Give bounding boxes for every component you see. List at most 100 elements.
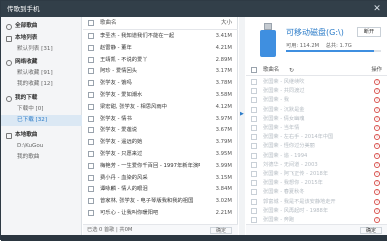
device-song-checkbox[interactable] xyxy=(251,134,257,141)
sidebar-item-net-favorites[interactable]: 网络收藏 xyxy=(1,57,82,68)
warning-icon[interactable]: ! xyxy=(374,217,380,223)
device-song-checkbox[interactable] xyxy=(251,143,257,150)
song-checkbox[interactable] xyxy=(88,80,94,87)
song-checkbox[interactable] xyxy=(88,210,94,216)
bottom-strip xyxy=(1,235,387,241)
warning-icon[interactable]: ! xyxy=(374,198,380,205)
sidebar-item-default-favorites[interactable]: 默认收藏 [91] xyxy=(1,68,82,79)
song-checkbox[interactable] xyxy=(88,186,94,193)
song-checkbox[interactable] xyxy=(88,151,94,157)
sidebar-item-local-songs[interactable]: 本地歌曲 xyxy=(1,130,82,141)
song-row[interactable]: 张学友 - 只愿来过 3.95M xyxy=(83,149,238,159)
warning-icon[interactable]: ! xyxy=(374,134,380,141)
song-list-header: 歌曲名 大小 xyxy=(83,17,238,30)
device-song-checkbox[interactable] xyxy=(251,79,257,85)
sidebar-item-downloaded[interactable]: 已下载 [32] xyxy=(1,115,82,126)
song-checkbox[interactable] xyxy=(88,162,94,169)
song-name: 张学友 - 爱如潮水 xyxy=(100,92,143,98)
song-list-panel: 歌曲名 大小 李圣杰 - 我知道我们不能在一起 3.41M 赵雷静 - 董年 4.21… xyxy=(83,17,238,235)
refresh-icon[interactable]: ↻ xyxy=(289,65,294,76)
warning-icon[interactable]: ! xyxy=(374,97,380,104)
device-song-checkbox[interactable] xyxy=(251,88,257,95)
song-row[interactable]: 可乐心 - 让我叫你暖阳吧 2.21M xyxy=(83,208,238,218)
cloud-icon xyxy=(6,60,12,66)
song-checkbox[interactable] xyxy=(88,103,94,110)
song-name: 张学友 - 只愿来过 xyxy=(100,151,143,157)
song-checkbox[interactable] xyxy=(88,44,94,51)
song-checkbox[interactable] xyxy=(88,115,94,122)
warning-icon[interactable]: ! xyxy=(374,88,380,95)
song-size: 3.99M xyxy=(215,162,232,169)
song-row[interactable]: 李圣杰 - 我知道我们不能在一起 3.41M xyxy=(83,31,238,41)
device-song-checkbox[interactable] xyxy=(251,207,257,214)
device-song-checkbox[interactable] xyxy=(251,198,257,205)
song-row[interactable]: 梅艳芳 - 一生爱你千百回 - 1997年新年演唱会 3.99M xyxy=(83,161,238,171)
song-row[interactable]: 曾家林, 张学友 - 电子琴版我和我的祖国 3.02M xyxy=(83,196,238,206)
device-song-checkbox[interactable] xyxy=(251,180,257,187)
song-row[interactable]: 赵雷静 - 董年 4.21M xyxy=(83,43,238,53)
device-song-checkbox[interactable] xyxy=(251,125,257,131)
device-song-checkbox[interactable] xyxy=(251,97,257,104)
song-row[interactable]: 张学友 - 遥远的她 3.79M xyxy=(83,137,238,147)
sidebar-item-my-downloads[interactable]: 我的下载 xyxy=(1,93,82,104)
close-icon[interactable]: ✕ xyxy=(370,1,384,17)
sidebar-item-all-songs[interactable]: 全部歌曲 xyxy=(1,21,82,32)
song-checkbox[interactable] xyxy=(88,92,94,98)
song-size: 3.02M xyxy=(215,198,232,205)
warning-icon[interactable]: ! xyxy=(374,161,380,168)
song-row[interactable]: 张学友 - 情书 3.97M xyxy=(83,114,238,124)
song-row[interactable]: 费小丹 - 血染的风采 3.15M xyxy=(83,173,238,183)
song-row[interactable]: 张学友 - 爱如潮水 3.58M xyxy=(83,90,238,100)
song-row[interactable]: 张学友 - 饿吗 3.78M xyxy=(83,78,238,88)
sidebar-item-my-favorites[interactable]: 我的收藏 [12] xyxy=(1,79,82,90)
song-row[interactable]: 阿珍 - 爱情回头 3.17M xyxy=(83,66,238,76)
usb-drive-icon xyxy=(258,23,278,57)
device-confirm-button[interactable]: 确定 xyxy=(359,227,382,234)
song-checkbox[interactable] xyxy=(88,33,94,39)
song-name: 张学友 - 饿吗 xyxy=(100,80,132,87)
song-row[interactable]: 梁宏甜, 张学友 - 相思风雨中 4.12M xyxy=(83,102,238,112)
song-checkbox[interactable] xyxy=(88,198,94,205)
device-song-checkbox[interactable] xyxy=(251,115,257,122)
song-size: 3.58M xyxy=(215,92,232,98)
sidebar-item-local-list[interactable]: 本地列表 xyxy=(1,33,82,44)
warning-icon[interactable]: ! xyxy=(374,143,380,150)
sidebar-item-default-list[interactable]: 默认列表 [31] xyxy=(1,44,82,55)
select-all-checkbox[interactable] xyxy=(88,20,94,26)
device-select-all-checkbox[interactable] xyxy=(251,67,257,73)
song-checkbox[interactable] xyxy=(88,174,94,181)
disconnect-button[interactable]: 断开 xyxy=(357,27,381,37)
song-size: 2.89M xyxy=(215,56,232,63)
warning-icon[interactable]: ! xyxy=(374,125,380,131)
sidebar-item-kugou-folder[interactable]: D:\KuGou xyxy=(1,141,82,152)
capacity-bar-fill xyxy=(286,50,375,52)
song-checkbox[interactable] xyxy=(88,68,94,75)
sidebar-item-downloading[interactable]: 下载中 [0] xyxy=(1,104,82,115)
warning-icon[interactable]: ! xyxy=(374,180,380,187)
song-name: 曾家林, 张学友 - 电子琴版我和我的祖国 xyxy=(100,198,194,205)
warning-icon[interactable]: ! xyxy=(374,189,380,196)
warning-icon[interactable]: ! xyxy=(374,79,380,85)
song-row[interactable]: 王靖凯 - 不说的爱丫 2.89M xyxy=(83,55,238,65)
song-checkbox[interactable] xyxy=(88,56,94,63)
warning-icon[interactable]: ! xyxy=(374,106,380,113)
sidebar-item-my-songs[interactable]: 我的歌曲 xyxy=(1,152,82,163)
song-row[interactable]: 张学友 - 爱莲说 3.67M xyxy=(83,125,238,135)
song-size: 3.79M xyxy=(215,139,232,146)
song-checkbox[interactable] xyxy=(88,127,94,134)
warning-icon[interactable]: ! xyxy=(374,115,380,122)
device-song-checkbox[interactable] xyxy=(251,161,257,168)
device-song-checkbox[interactable] xyxy=(251,152,257,159)
device-song-checkbox[interactable] xyxy=(251,106,257,113)
device-song-checkbox[interactable] xyxy=(251,189,257,196)
warning-icon[interactable]: ! xyxy=(374,207,380,214)
device-song-checkbox[interactable] xyxy=(251,171,257,177)
warning-icon[interactable]: ! xyxy=(374,171,380,177)
device-song-checkbox[interactable] xyxy=(251,217,257,223)
song-size: 3.97M xyxy=(215,115,232,122)
warning-icon[interactable]: ! xyxy=(374,152,380,159)
song-row[interactable]: 谭咏麟 - 情人的眼泪 3.84M xyxy=(83,184,238,194)
song-checkbox[interactable] xyxy=(88,139,94,146)
transfer-arrow-icon[interactable]: ▶ xyxy=(240,111,244,117)
confirm-button[interactable]: 确定 xyxy=(209,227,232,234)
